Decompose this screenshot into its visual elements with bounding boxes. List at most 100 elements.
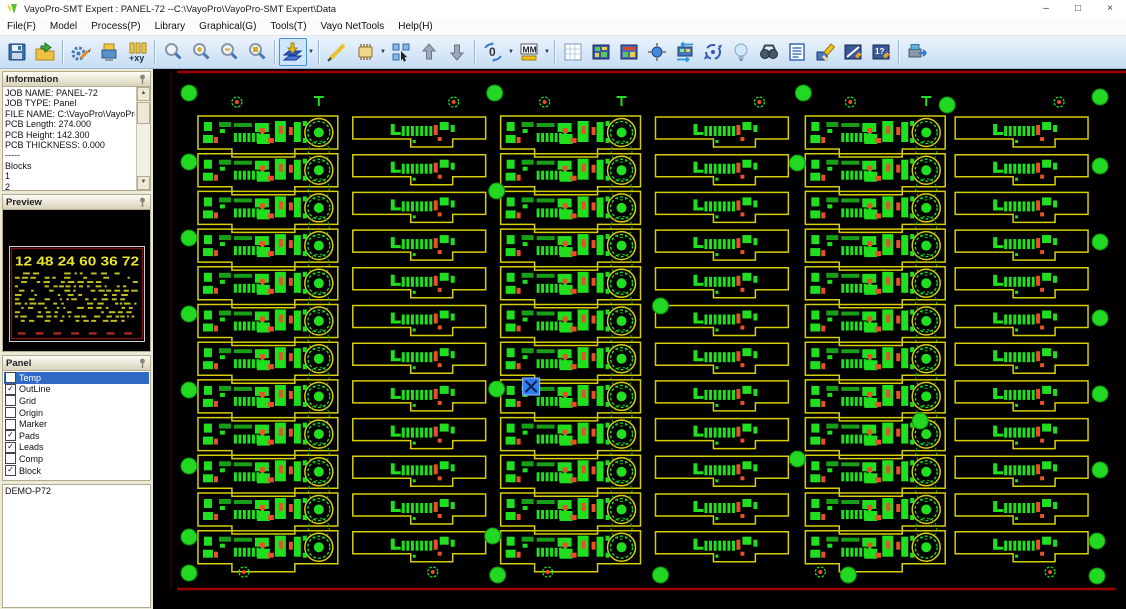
preview-title: Preview bbox=[6, 197, 42, 208]
panel-preview-thumbnail[interactable]: 12 48 24 60 36 72 bbox=[9, 246, 145, 342]
info-line: JOB TYPE: Panel bbox=[5, 98, 135, 108]
checkbox-pads[interactable]: ✓ bbox=[5, 430, 16, 441]
menu-item-file-f-[interactable]: File(F) bbox=[0, 20, 43, 33]
layer-row-block[interactable]: ✓Block bbox=[4, 465, 149, 477]
layer-row-origin[interactable]: Origin bbox=[4, 407, 149, 419]
selected-component[interactable] bbox=[523, 378, 540, 395]
layer-row-pads[interactable]: ✓Pads bbox=[4, 430, 149, 442]
minimize-button[interactable]: – bbox=[1030, 0, 1062, 18]
window-title: VayoPro-SMT Expert : PANEL-72 --C:\VayoP… bbox=[24, 4, 1030, 15]
scroll-thumb[interactable] bbox=[137, 102, 150, 124]
layer-row-leads[interactable]: ✓Leads bbox=[4, 442, 149, 454]
layer-row-marker[interactable]: Marker bbox=[4, 418, 149, 430]
add-coordinates-icon[interactable]: +xy bbox=[123, 38, 151, 66]
panel-title: Panel bbox=[6, 358, 31, 369]
multi-select-icon[interactable] bbox=[387, 38, 415, 66]
scroll-down-icon[interactable]: ▼ bbox=[137, 176, 150, 190]
board-rotate-icon[interactable] bbox=[699, 38, 727, 66]
zoom-fit-icon[interactable] bbox=[243, 38, 271, 66]
layer-row-temp[interactable]: Temp bbox=[4, 372, 149, 384]
preview-panel: Preview 12 48 24 60 36 72 bbox=[2, 194, 151, 352]
measure-icon[interactable] bbox=[323, 38, 351, 66]
board-compare-icon[interactable] bbox=[839, 38, 867, 66]
layer-select-icon[interactable] bbox=[279, 38, 307, 66]
checkbox-grid[interactable] bbox=[5, 395, 16, 406]
toolbar-separator bbox=[474, 40, 476, 64]
zoom-in-icon[interactable] bbox=[187, 38, 215, 66]
menu-item-process-p-[interactable]: Process(P) bbox=[84, 20, 147, 33]
import-model-icon[interactable] bbox=[31, 38, 59, 66]
center-origin-icon[interactable] bbox=[643, 38, 671, 66]
checkbox-origin[interactable] bbox=[5, 407, 16, 418]
information-title: Information bbox=[6, 74, 58, 85]
information-content: JOB NAME: PANEL-72JOB TYPE: PanelFILE NA… bbox=[2, 87, 151, 191]
highlight-bulb-icon[interactable] bbox=[727, 38, 755, 66]
find-binoculars-icon[interactable] bbox=[755, 38, 783, 66]
unit-mm-icon[interactable]: MM bbox=[515, 38, 543, 66]
component-dropdown-icon[interactable]: ▼ bbox=[379, 49, 387, 55]
pin-icon[interactable] bbox=[138, 74, 147, 85]
checkbox-temp[interactable] bbox=[5, 372, 16, 383]
job-list-item[interactable]: DEMO-P72 bbox=[5, 486, 148, 496]
zoom-out-icon[interactable] bbox=[215, 38, 243, 66]
maximize-button[interactable]: □ bbox=[1062, 0, 1094, 18]
info-line: FILE NAME: C:\VayoPro\VayoPro-S bbox=[5, 109, 135, 119]
move-up-icon[interactable] bbox=[415, 38, 443, 66]
menu-item-tools-t-[interactable]: Tools(T) bbox=[263, 20, 313, 33]
layer-select-dropdown-icon[interactable]: ▼ bbox=[307, 49, 315, 55]
rotate-angle-icon[interactable]: 0 bbox=[479, 38, 507, 66]
toolbar-separator bbox=[154, 40, 156, 64]
menu-item-library[interactable]: Library bbox=[148, 20, 193, 33]
checkbox-outline[interactable]: ✓ bbox=[5, 384, 16, 395]
information-panel: Information JOB NAME: PANEL-72JOB TYPE: … bbox=[2, 71, 151, 191]
unit-mm-dropdown-icon[interactable]: ▼ bbox=[543, 49, 551, 55]
preview-header[interactable]: Preview bbox=[2, 194, 151, 210]
component-icon[interactable] bbox=[351, 38, 379, 66]
pcb-view-icon[interactable] bbox=[587, 38, 615, 66]
menu-item-graphical-g-[interactable]: Graphical(G) bbox=[192, 20, 263, 33]
zoom-window-icon[interactable] bbox=[159, 38, 187, 66]
toolbar-separator bbox=[274, 40, 276, 64]
pcb-block-icon[interactable] bbox=[615, 38, 643, 66]
report-list-icon[interactable] bbox=[783, 38, 811, 66]
board-compare-2-icon[interactable]: 1? bbox=[867, 38, 895, 66]
board-transfer-icon[interactable] bbox=[671, 38, 699, 66]
info-line: ----- bbox=[5, 150, 135, 160]
checkbox-leads[interactable]: ✓ bbox=[5, 442, 16, 453]
svg-text:MM: MM bbox=[523, 45, 537, 55]
svg-text:12 48 24 60 36 72: 12 48 24 60 36 72 bbox=[15, 254, 139, 269]
scroll-up-icon[interactable]: ▲ bbox=[137, 87, 150, 101]
checkbox-marker[interactable] bbox=[5, 419, 16, 430]
pin-icon[interactable] bbox=[138, 358, 147, 369]
menu-item-vayo-nettools[interactable]: Vayo NetTools bbox=[314, 20, 392, 33]
export-machine-icon[interactable] bbox=[903, 38, 931, 66]
checkbox-block[interactable]: ✓ bbox=[5, 465, 16, 476]
layer-row-outline[interactable]: ✓OutLine bbox=[4, 384, 149, 396]
info-line: Blocks bbox=[5, 161, 135, 171]
grid-array-icon[interactable] bbox=[559, 38, 587, 66]
rotate-angle-dropdown-icon[interactable]: ▼ bbox=[507, 49, 515, 55]
checkbox-comp[interactable] bbox=[5, 453, 16, 464]
information-header[interactable]: Information bbox=[2, 71, 151, 87]
layer-row-grid[interactable]: Grid bbox=[4, 395, 149, 407]
save-icon[interactable] bbox=[3, 38, 31, 66]
menu-item-model[interactable]: Model bbox=[43, 20, 84, 33]
gear-edit-icon[interactable] bbox=[67, 38, 95, 66]
menu-item-help-h-[interactable]: Help(H) bbox=[391, 20, 439, 33]
canvas-background[interactable] bbox=[153, 69, 1126, 609]
move-down-icon[interactable] bbox=[443, 38, 471, 66]
menu-bar: File(F)ModelProcess(P)LibraryGraphical(G… bbox=[0, 18, 1126, 36]
layer-label: Grid bbox=[19, 396, 36, 406]
pin-icon[interactable] bbox=[138, 197, 147, 208]
information-scrollbar[interactable]: ▲ ▼ bbox=[136, 87, 150, 190]
job-list[interactable]: DEMO-P72 bbox=[2, 484, 151, 608]
info-line: PCB Length: 274.000 bbox=[5, 119, 135, 129]
close-button[interactable]: × bbox=[1094, 0, 1126, 18]
clean-brush-icon[interactable] bbox=[811, 38, 839, 66]
pcb-canvas[interactable] bbox=[153, 69, 1126, 609]
feeder-setup-icon[interactable] bbox=[95, 38, 123, 66]
title-bar: VayoPro-SMT Expert : PANEL-72 --C:\VayoP… bbox=[0, 0, 1126, 18]
layer-row-comp[interactable]: Comp bbox=[4, 453, 149, 465]
panel-header[interactable]: Panel bbox=[2, 355, 151, 371]
info-line: 2 bbox=[5, 182, 135, 191]
